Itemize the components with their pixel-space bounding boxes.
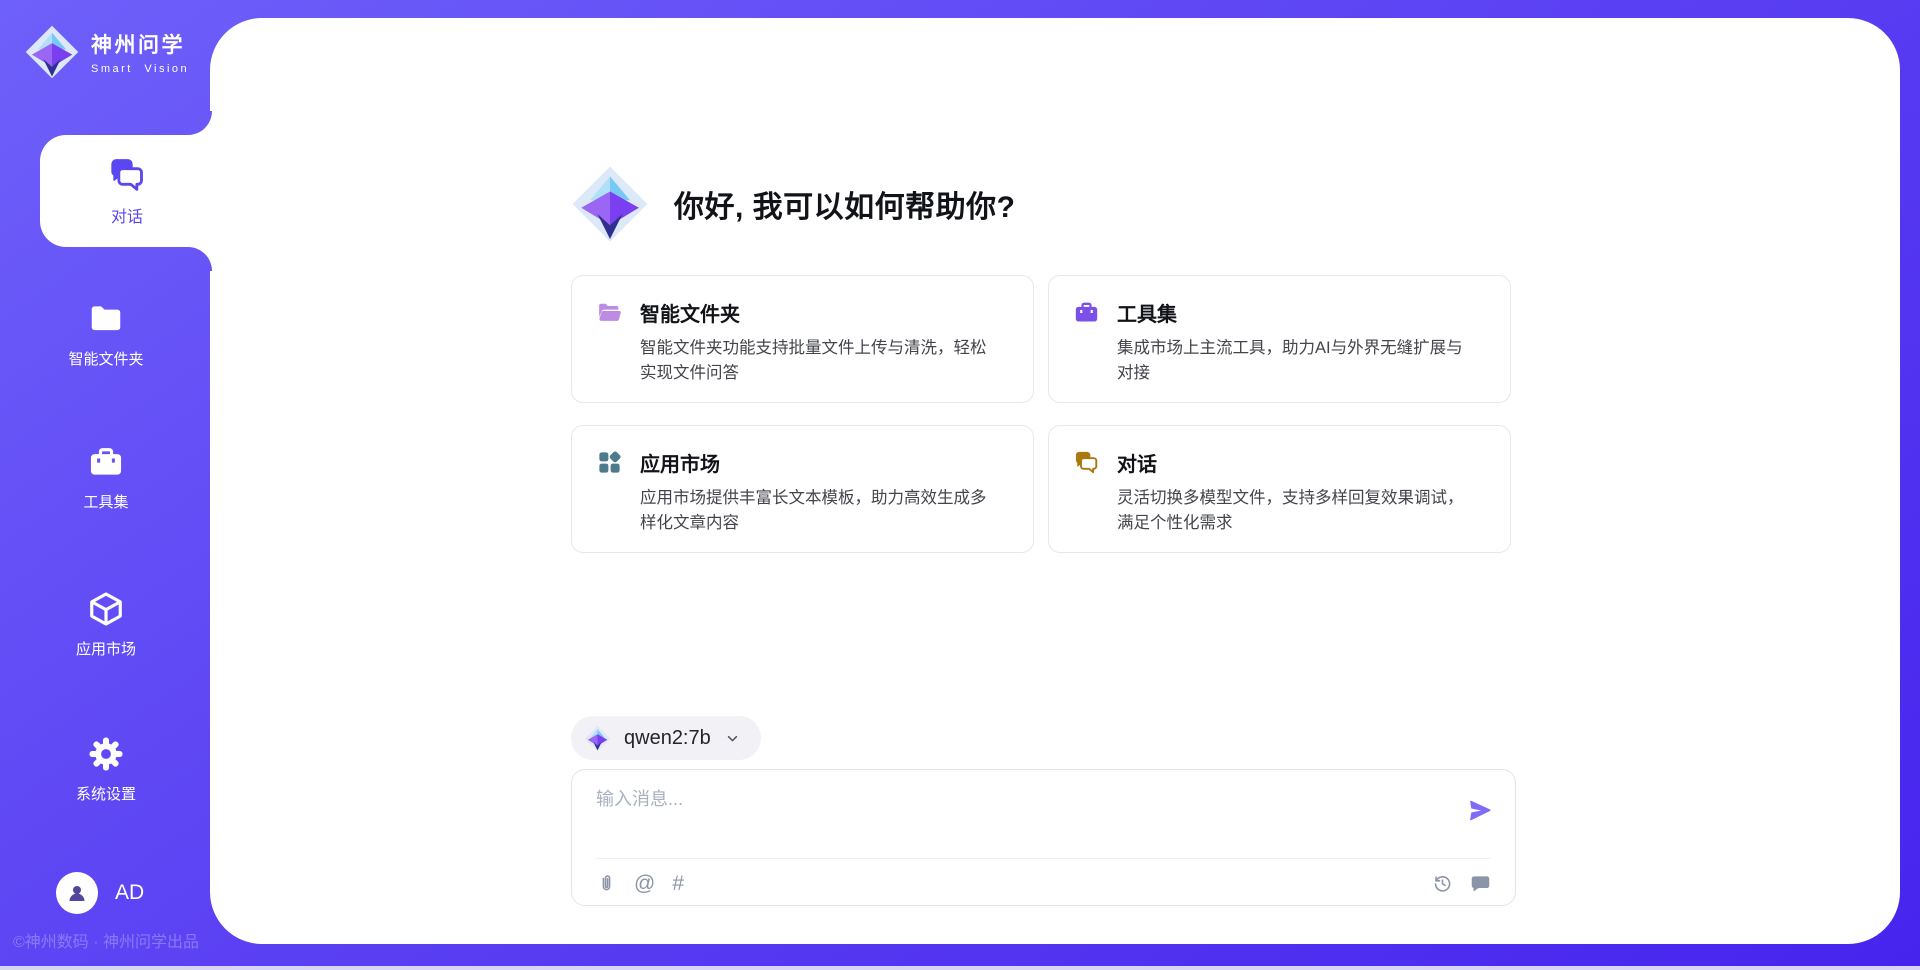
briefcase-icon <box>87 443 125 481</box>
brand: 神州问学 Smart Vision <box>24 24 189 80</box>
card-header: 对话 <box>1073 448 1486 477</box>
card-header: 工具集 <box>1073 298 1486 327</box>
sidebar-item-label: 智能文件夹 <box>68 348 143 369</box>
card-description: 应用市场提供丰富长文本模板，助力高效生成多样化文章内容 <box>640 486 1002 536</box>
sidebar-item-label: 对话 <box>111 203 143 227</box>
chat-bubble-icon <box>1470 873 1491 894</box>
model-selector[interactable]: qwen2:7b <box>571 716 761 760</box>
brand-logo-icon <box>24 24 80 80</box>
sidebar-item-label: 工具集 <box>83 491 128 512</box>
card-header: 应用市场 <box>596 448 1009 477</box>
folder-open-icon <box>596 299 623 326</box>
sidebar-item-label: 系统设置 <box>76 783 136 804</box>
sidebar-item-app-market[interactable]: 应用市场 <box>0 590 212 659</box>
conversation-button[interactable] <box>1470 873 1491 894</box>
card-toolset[interactable]: 工具集 集成市场上主流工具，助力AI与外界无缝扩展与对接 <box>1048 275 1511 403</box>
card-smart-folder[interactable]: 智能文件夹 智能文件夹功能支持批量文件上传与清洗，轻松实现文件问答 <box>571 275 1034 403</box>
brand-subtitle: Smart Vision <box>91 63 189 75</box>
greeting: 你好, 我可以如何帮助你? <box>570 164 1016 244</box>
hash-icon: # <box>672 873 684 894</box>
model-logo-icon <box>584 725 611 752</box>
main-panel: 你好, 我可以如何帮助你? 智能文件夹 智能文件夹功能支持批量文件上传与清洗，轻… <box>210 18 1900 944</box>
send-icon <box>1467 797 1494 824</box>
blob-fillet-bottom <box>188 247 212 271</box>
briefcase-icon <box>1073 299 1100 326</box>
attach-file-button[interactable] <box>596 873 617 894</box>
chat-icon <box>107 155 147 195</box>
sidebar-item-settings[interactable]: 系统设置 <box>0 735 212 804</box>
greeting-title: 你好, 我可以如何帮助你? <box>674 182 1016 226</box>
history-button[interactable] <box>1432 873 1453 894</box>
history-icon <box>1432 873 1453 894</box>
message-composer: @ # <box>571 769 1516 906</box>
chat-icon <box>1073 449 1100 476</box>
assistant-logo-icon <box>570 164 650 244</box>
chevron-down-icon <box>724 730 741 747</box>
hashtag-button[interactable]: # <box>672 873 684 894</box>
model-name: qwen2:7b <box>624 727 711 750</box>
card-description: 灵活切换多模型文件，支持多样回复效果调试，满足个性化需求 <box>1117 486 1479 536</box>
user-profile[interactable]: AD <box>56 872 144 914</box>
composer-toolbar: @ # <box>596 868 1491 898</box>
avatar <box>56 872 98 914</box>
feature-cards: 智能文件夹 智能文件夹功能支持批量文件上传与清洗，轻松实现文件问答 工具集 集成… <box>571 275 1511 553</box>
card-title: 应用市场 <box>640 448 720 477</box>
user-name: AD <box>115 881 144 905</box>
message-input[interactable] <box>596 785 1426 847</box>
folder-icon <box>87 300 125 338</box>
sidebar-item-chat[interactable]: 对话 <box>40 135 214 247</box>
gear-icon <box>87 735 125 773</box>
copyright: ©神州数码 · 神州问学出品 <box>13 928 199 952</box>
card-title: 对话 <box>1117 448 1157 477</box>
card-chat[interactable]: 对话 灵活切换多模型文件，支持多样回复效果调试，满足个性化需求 <box>1048 425 1511 553</box>
sidebar: 神州问学 Smart Vision 对话 智能文件夹 工具集 应用市场 系统设置… <box>0 0 212 970</box>
card-title: 工具集 <box>1117 298 1177 327</box>
at-icon: @ <box>634 873 655 894</box>
apps-grid-icon <box>596 449 623 476</box>
brand-text: 神州问学 Smart Vision <box>91 29 189 75</box>
cube-icon <box>87 590 125 628</box>
composer-divider <box>596 858 1491 859</box>
paperclip-icon <box>596 873 617 894</box>
card-title: 智能文件夹 <box>640 298 740 327</box>
brand-name: 神州问学 <box>91 29 189 59</box>
mention-button[interactable]: @ <box>634 873 655 894</box>
card-description: 集成市场上主流工具，助力AI与外界无缝扩展与对接 <box>1117 336 1479 386</box>
blob-fillet-top <box>188 111 212 135</box>
user-icon <box>65 881 89 905</box>
card-header: 智能文件夹 <box>596 298 1009 327</box>
sidebar-item-smart-folder[interactable]: 智能文件夹 <box>0 300 212 369</box>
card-description: 智能文件夹功能支持批量文件上传与清洗，轻松实现文件问答 <box>640 336 1002 386</box>
bottom-edge-strip <box>0 966 1920 970</box>
sidebar-item-toolset[interactable]: 工具集 <box>0 443 212 512</box>
send-button[interactable] <box>1467 797 1494 827</box>
sidebar-item-label: 应用市场 <box>76 638 136 659</box>
card-app-market[interactable]: 应用市场 应用市场提供丰富长文本模板，助力高效生成多样化文章内容 <box>571 425 1034 553</box>
